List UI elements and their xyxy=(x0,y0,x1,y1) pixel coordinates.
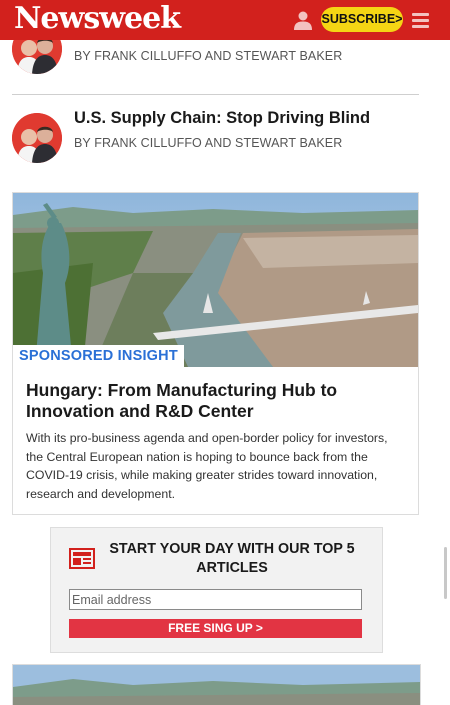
page-scrollbar[interactable] xyxy=(444,547,447,599)
newsletter-heading: START YOUR DAY WITH OUR TOP 5 ARTICLES xyxy=(109,541,355,576)
newsletter-signup-box: START YOUR DAY WITH OUR TOP 5 ARTICLES F… xyxy=(50,527,383,653)
email-field[interactable] xyxy=(69,589,362,610)
budapest-danube-photo[interactable]: SPONSORED INSIGHT xyxy=(13,193,418,367)
subscribe-button[interactable]: SUBSCRIBE> xyxy=(321,7,403,32)
article-byline: BY FRANK CILLUFFO AND STEWART BAKER xyxy=(74,49,343,63)
hamburger-menu-icon[interactable] xyxy=(412,13,429,28)
free-signup-button[interactable]: FREE SING UP > xyxy=(69,619,362,638)
newspaper-icon xyxy=(69,548,95,569)
article-byline: BY FRANK CILLUFFO AND STEWART BAKER xyxy=(74,136,343,150)
next-article-photo[interactable] xyxy=(12,664,421,705)
article-list-item[interactable]: U.S. Supply Chain: Stop Driving Blind BY… xyxy=(12,108,419,168)
sponsored-insight-label: SPONSORED INSIGHT xyxy=(13,345,184,367)
article-title[interactable]: U.S. Supply Chain: Stop Driving Blind xyxy=(74,109,370,128)
user-account-icon[interactable] xyxy=(293,10,313,30)
sponsored-article-title[interactable]: Hungary: From Manufacturing Hub to Innov… xyxy=(26,380,406,422)
sponsored-article-card[interactable]: SPONSORED INSIGHT Hungary: From Manufact… xyxy=(12,192,419,515)
author-avatar xyxy=(12,113,62,163)
divider xyxy=(12,94,419,95)
sponsored-article-summary: With its pro-business agenda and open-bo… xyxy=(26,431,388,501)
newsweek-logo[interactable]: Newsweek xyxy=(14,1,181,37)
top-navigation-bar: Newsweek SUBSCRIBE> xyxy=(0,0,450,40)
